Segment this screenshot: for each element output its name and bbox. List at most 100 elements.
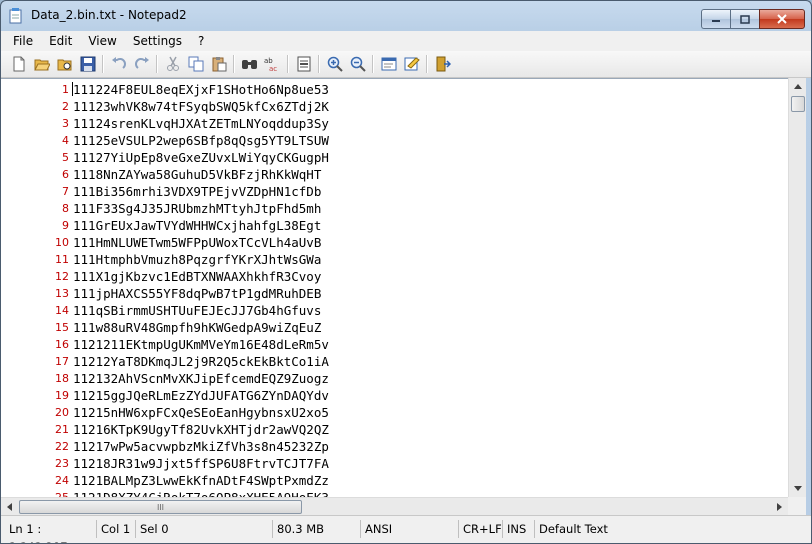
status-scheme[interactable]: Default Text [535,520,695,538]
title-bar[interactable]: Data_2.bin.txt - Notepad2 [1,1,811,31]
save-button[interactable] [76,53,99,75]
text-line[interactable]: 8 111F33Sg4J35JRUbmzhMTtyhJtpFhd5mh [1,200,788,217]
exit-button[interactable] [431,53,454,75]
text-line[interactable]: 7 111Bi356mrhi3VDX9TPEjvVZDpHN1cfDb [1,183,788,200]
text-line[interactable]: 18 112132AhVScnMvXKJipEfcemdEQZ9Zuogz [1,370,788,387]
line-text[interactable]: 111F33Sg4J35JRUbmzhMTtyhJtpFhd5mh [73,200,321,217]
replace-icon: ab ac [264,56,282,72]
line-number: 13 [55,287,69,300]
line-text[interactable]: 111HtmphbVmuzh8PqzgrfYKrXJhtWsGWa [73,251,321,268]
line-text[interactable]: 1121211EKtmpUgUKmMVeYm16E48dLeRm5v [73,336,329,353]
zoom-in-button[interactable] [323,53,346,75]
redo-button[interactable] [130,53,153,75]
line-text[interactable]: 11217wPw5acvwpbzMkiZfVh3s8n45232Zp [73,438,329,455]
scroll-right-button[interactable] [771,498,788,515]
schemes-button[interactable] [377,53,400,75]
maximize-button[interactable] [730,9,759,29]
browse-button[interactable] [53,53,76,75]
text-line[interactable]: 13 111jpHAXCS55YF8dqPwB7tP1gdMRuhDEB [1,285,788,302]
text-line[interactable]: 3 11124srenKLvqHJXAtZETmLNYoqddup3Sy [1,115,788,132]
window-controls [701,9,805,29]
text-line[interactable]: 14 111qSBirmmUSHTUuFEJEcJJ7Gb4hGfuvs [1,302,788,319]
line-text[interactable]: 11216KTpK9UgyTf82UvkXHTjdr2awVQ2QZ [73,421,329,438]
scheme-config-button[interactable] [400,53,423,75]
horizontal-scroll-thumb[interactable]: III [19,500,302,514]
scroll-down-button[interactable] [789,480,806,497]
text-line[interactable]: 2 11123whVK8w74tFSyqbSWQ5kfCx6ZTdj2K [1,98,788,115]
line-text[interactable]: 11125eVSULP2wep6SBfp8qQsg5YT9LTSUW [73,132,329,149]
status-bar: Ln 1 : 2,343,287 Col 1 Sel 0 80.3 MB ANS… [1,515,811,543]
text-line[interactable]: 19 11215ggJQeRLmEzZYdJUFATG6ZYnDAQYdv [1,387,788,404]
line-number: 2 [62,100,69,113]
line-text[interactable]: 111X1gjKbzvc1EdBTXNWAAXhkhfR3Cvoy [73,268,321,285]
cut-button[interactable] [161,53,184,75]
line-number: 15 [55,321,69,334]
copy-button[interactable] [184,53,207,75]
line-text[interactable]: 111HmNLUWETwm5WFPpUWoxTCcVLh4aUvB [73,234,321,251]
line-text[interactable]: 11124srenKLvqHJXAtZETmLNYoqddup3Sy [73,115,329,132]
line-text[interactable]: 111GrEUxJawTVYdWHHWCxjhahfgL38Egt [73,217,321,234]
goto-button[interactable] [292,53,315,75]
text-line[interactable]: 20 11215nHW6xpFCxQeSEoEanHgybnsxU2xo5 [1,404,788,421]
line-text[interactable]: 11127YiUpEp8veGxeZUvxLWiYqyCKGugpH [73,149,329,166]
scroll-up-button[interactable] [789,78,806,95]
paste-button[interactable] [207,53,230,75]
minimize-button[interactable] [701,9,730,29]
menu-edit[interactable]: Edit [41,31,80,51]
text-line[interactable]: 15 111w88uRV48Gmpfh9hKWGedpA9wiZqEuZ [1,319,788,336]
text-line[interactable]: 17 11212YaT8DKmqJL2j9R2Q5ckEkBktCo1iA [1,353,788,370]
line-text[interactable]: 111Bi356mrhi3VDX9TPEjvVZDpHN1cfDb [73,183,321,200]
line-number: 20 [55,406,69,419]
undo-button[interactable] [107,53,130,75]
text-line[interactable]: 6 1118NnZAYwa58GuhuD5VkBFzjRhKkWqHT [1,166,788,183]
menu-settings[interactable]: Settings [125,31,190,51]
text-line[interactable]: 16 1121211EKtmpUgUKmMVeYm16E48dLeRm5v [1,336,788,353]
text-line[interactable]: 24 1121BALMpZ3LwwEkKfnADtF4SWptPxmdZz [1,472,788,489]
line-text[interactable]: 11215ggJQeRLmEzZYdJUFATG6ZYnDAQYdv [73,387,329,404]
text-line[interactable]: 5 11127YiUpEp8veGxeZUvxLWiYqyCKGugpH [1,149,788,166]
line-text[interactable]: 11215nHW6xpFCxQeSEoEanHgybnsxU2xo5 [73,404,329,421]
line-text[interactable]: 11123whVK8w74tFSyqbSWQ5kfCx6ZTdj2K [73,98,329,115]
text-line[interactable]: 9 111GrEUxJawTVYdWHHWCxjhahfgL38Egt [1,217,788,234]
line-number: 5 [62,151,69,164]
line-text[interactable]: 11218JR31w9Jjxt5ffSP6U8FtrvTCJT7FA [73,455,329,472]
new-file-button[interactable] [7,53,30,75]
close-button[interactable] [759,9,805,29]
line-text[interactable]: 112132AhVScnMvXKJipEfcemdEQZ9Zuogz [73,370,329,387]
line-text[interactable]: 111qSBirmmUSHTUuFEJEcJJ7Gb4hGfuvs [73,302,321,319]
text-line[interactable]: 11 111HtmphbVmuzh8PqzgrfYKrXJhtWsGWa [1,251,788,268]
text-line[interactable]: 12 111X1gjKbzvc1EdBTXNWAAXhkhfR3Cvoy [1,268,788,285]
svg-text:ab: ab [264,57,273,65]
text-editor[interactable]: 1 111224F8EUL8eqEXjxF1SHotHo6Np8ue53 2 1112… [1,78,788,498]
menu-file[interactable]: File [5,31,41,51]
text-line[interactable]: 21 11216KTpK9UgyTf82UvkXHTjdr2awVQ2QZ [1,421,788,438]
text-line[interactable]: 23 11218JR31w9Jjxt5ffSP6U8FtrvTCJT7FA [1,455,788,472]
vertical-scroll-thumb[interactable] [791,96,805,112]
line-text[interactable]: 1121BALMpZ3LwwEkKfnADtF4SWptPxmdZz [73,472,329,489]
line-text[interactable]: 111jpHAXCS55YF8dqPwB7tP1gdMRuhDEB [73,285,321,302]
line-text[interactable]: 111w88uRV48Gmpfh9hKWGedpA9wiZqEuZ [73,319,321,336]
status-line-endings[interactable]: CR+LF [459,520,503,538]
menu-help[interactable]: ? [190,31,212,51]
line-text[interactable]: 111224F8EUL8eqEXjxF1SHotHo6Np8ue53 [73,81,329,98]
text-line[interactable]: 22 11217wPw5acvwpbzMkiZfVh3s8n45232Zp [1,438,788,455]
find-button[interactable] [238,53,261,75]
status-encoding[interactable]: ANSI [361,520,459,538]
horizontal-scrollbar[interactable]: III [1,497,788,515]
menu-view[interactable]: View [80,31,124,51]
toolbar-separator [372,55,374,73]
cut-icon [165,56,181,72]
text-line[interactable]: 10 111HmNLUWETwm5WFPpUWoxTCcVLh4aUvB [1,234,788,251]
open-folder-button[interactable] [30,53,53,75]
status-insert-mode[interactable]: INS [503,520,535,538]
text-line[interactable]: 4 11125eVSULP2wep6SBfp8qQsg5YT9LTSUW [1,132,788,149]
zoom-out-button[interactable] [346,53,369,75]
notepad2-app-icon[interactable] [9,8,23,24]
scroll-left-button[interactable] [1,498,18,515]
text-lines[interactable]: 1 111224F8EUL8eqEXjxF1SHotHo6Np8ue53 2 1112… [1,79,788,498]
line-text[interactable]: 1118NnZAYwa58GuhuD5VkBFzjRhKkWqHT [73,166,321,183]
vertical-scrollbar[interactable] [788,78,806,497]
replace-button[interactable]: ab ac [261,53,284,75]
line-text[interactable]: 11212YaT8DKmqJL2j9R2Q5ckEkBktCo1iA [73,353,329,370]
text-line[interactable]: 1 111224F8EUL8eqEXjxF1SHotHo6Np8ue53 [1,81,788,98]
